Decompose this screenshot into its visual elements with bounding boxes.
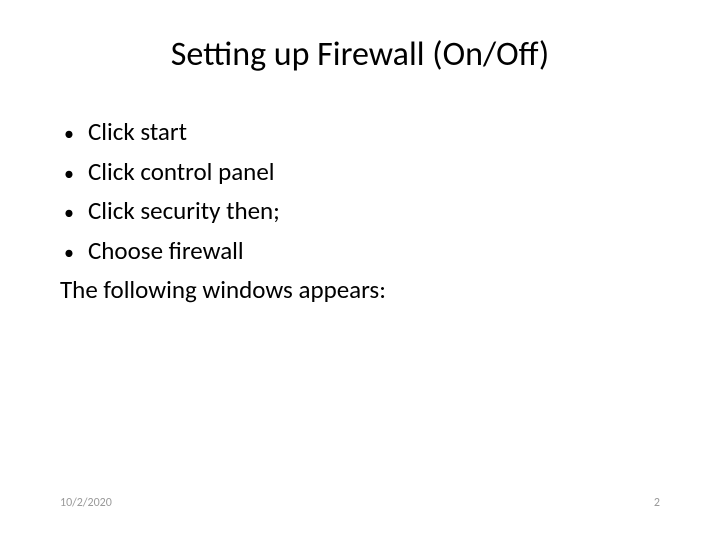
bullet-icon: • xyxy=(64,238,74,268)
slide-content: • Click start • Click control panel • Cl… xyxy=(60,113,660,309)
bullet-text: Click security then; xyxy=(88,192,660,230)
bullet-text: Choose firewall xyxy=(88,232,660,270)
bullet-text: Click control panel xyxy=(88,153,660,191)
list-item: • Choose firewall xyxy=(64,232,660,270)
bullet-list: • Click start • Click control panel • Cl… xyxy=(60,113,660,269)
bullet-text: Click start xyxy=(88,113,660,151)
bullet-icon: • xyxy=(64,198,74,228)
footer-date: 10/2/2020 xyxy=(60,496,112,510)
footer-page-number: 2 xyxy=(654,496,660,510)
list-item: • Click control panel xyxy=(64,153,660,191)
body-text: The following windows appears: xyxy=(60,271,660,309)
slide-footer: 10/2/2020 2 xyxy=(60,496,660,510)
slide: Setting up Firewall (On/Off) • Click sta… xyxy=(0,0,720,540)
list-item: • Click start xyxy=(64,113,660,151)
bullet-icon: • xyxy=(64,159,74,189)
list-item: • Click security then; xyxy=(64,192,660,230)
slide-title: Setting up Firewall (On/Off) xyxy=(60,34,660,75)
bullet-icon: • xyxy=(64,119,74,149)
